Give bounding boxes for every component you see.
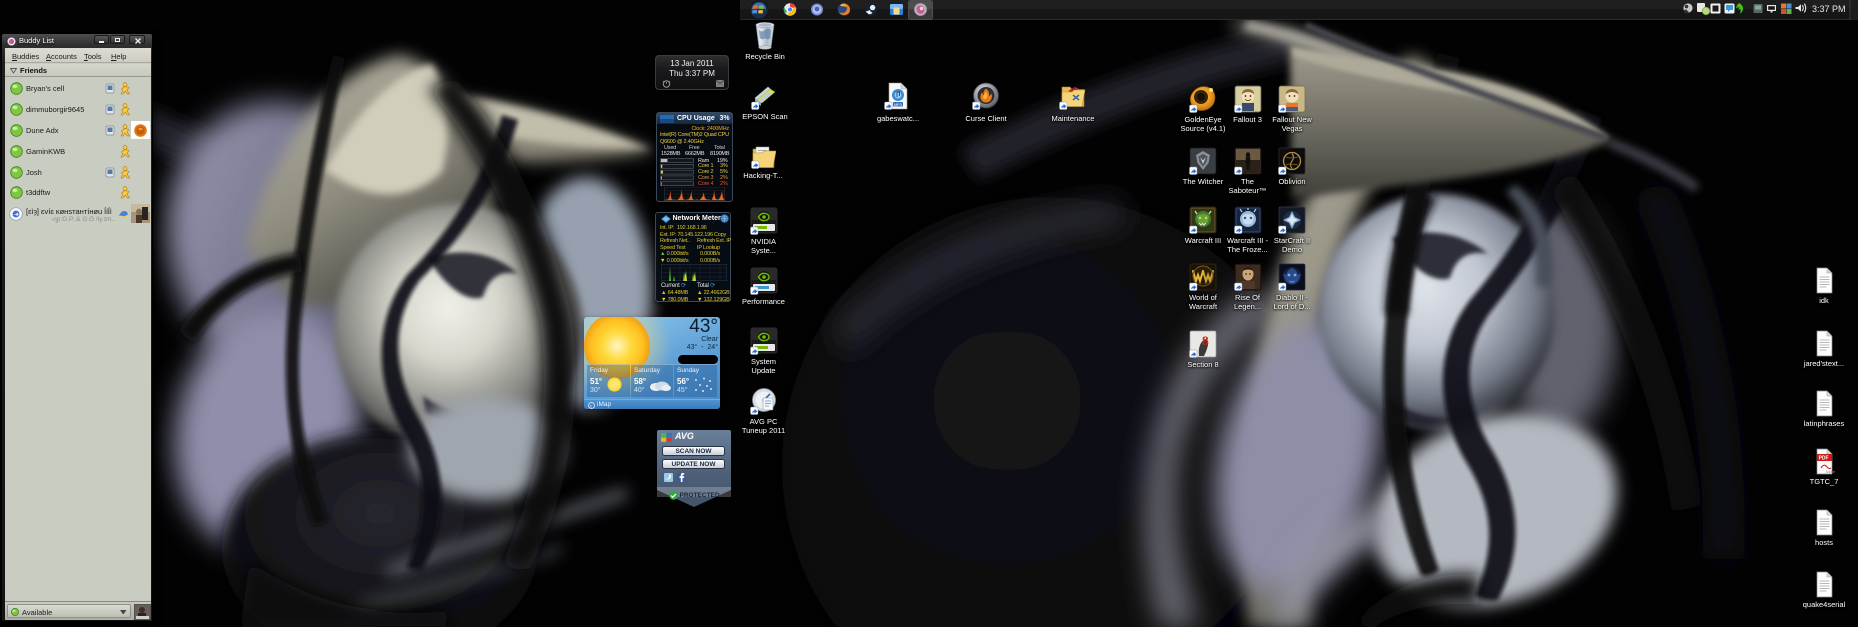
svg-text:8: 8 [1202,333,1209,348]
svg-text:Adobe: Adobe [1825,470,1835,474]
svg-text:c: c [590,403,593,408]
svg-text:PDF: PDF [1818,456,1828,462]
svg-text:MP3: MP3 [894,103,902,107]
